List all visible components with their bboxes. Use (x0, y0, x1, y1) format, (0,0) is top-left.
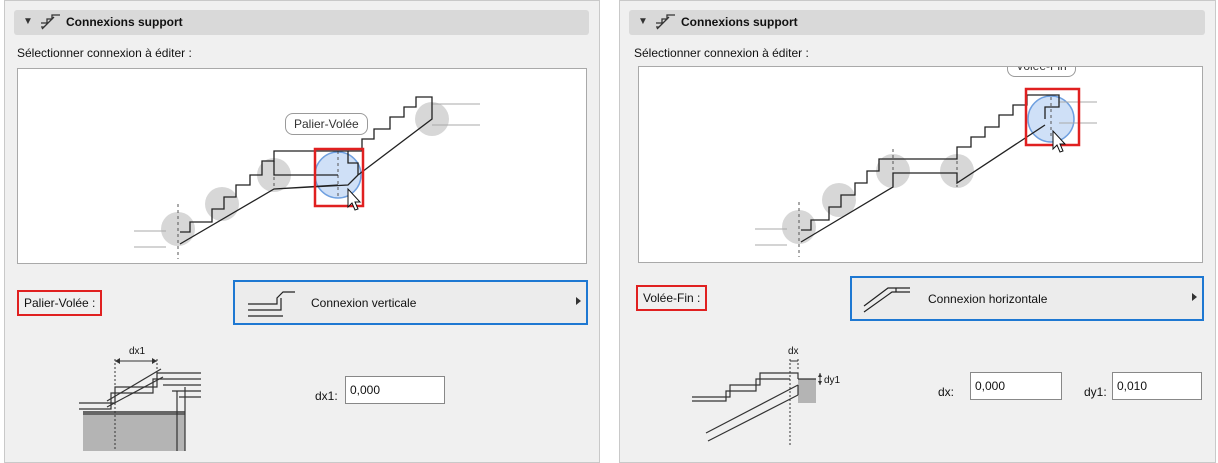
section-title: Connexions support (681, 15, 798, 29)
vertical-connection-icon (248, 291, 295, 317)
stair-connection-icon (656, 14, 675, 30)
right-panel: ▼ Connexions support Sélectionner connex… (619, 0, 1216, 463)
dx-dimension-label: dx (788, 346, 799, 357)
submenu-arrow-icon (576, 297, 581, 305)
horizontal-connection-detail-diagram: dx dy1 (692, 346, 841, 447)
stair-preview[interactable]: Palier-Volée (17, 68, 587, 264)
connection-name-label: Volée-Fin : (636, 285, 708, 311)
connection-tooltip: Palier-Volée (285, 113, 368, 135)
section-header[interactable]: ▼ Connexions support (629, 10, 1205, 35)
dx1-input[interactable] (345, 376, 445, 404)
stair-connection-icon (41, 14, 60, 30)
connection-type-label: Connexion horizontale (928, 292, 1048, 306)
horizontal-connection-icon (863, 287, 910, 313)
stair-diagram (134, 96, 480, 259)
connection-name-label: Palier-Volée : (17, 290, 103, 316)
dx-input[interactable] (970, 372, 1062, 400)
dy1-input[interactable] (1112, 372, 1202, 400)
connection-type-button[interactable]: Connexion horizontale (850, 276, 1204, 321)
collapse-caret-icon[interactable]: ▼ (23, 16, 33, 27)
dx-label: dx: (938, 385, 955, 399)
stair-diagram (755, 87, 1097, 257)
vertical-connection-detail-diagram: dx1 (79, 346, 201, 451)
section-title: Connexions support (66, 15, 183, 29)
connection-dot (205, 187, 239, 221)
collapse-caret-icon[interactable]: ▼ (638, 16, 648, 27)
select-connection-label: Sélectionner connexion à éditer : (634, 46, 809, 60)
left-panel: ▼ Connexions support Sélectionner connex… (4, 0, 600, 463)
select-connection-label: Sélectionner connexion à éditer : (17, 46, 192, 60)
dx1-label: dx1: (315, 389, 338, 403)
connection-type-button[interactable]: Connexion verticale (233, 280, 588, 325)
section-header[interactable]: ▼ Connexions support (14, 10, 589, 35)
dx1-dimension-label: dx1 (129, 346, 146, 357)
connection-type-label: Connexion verticale (311, 296, 417, 310)
stair-preview[interactable]: Volée-Fin (638, 66, 1203, 263)
connection-tooltip: Volée-Fin (1007, 67, 1076, 77)
dy1-label: dy1: (1084, 385, 1107, 399)
dy1-dimension-label: dy1 (824, 375, 841, 386)
submenu-arrow-icon (1192, 293, 1197, 301)
